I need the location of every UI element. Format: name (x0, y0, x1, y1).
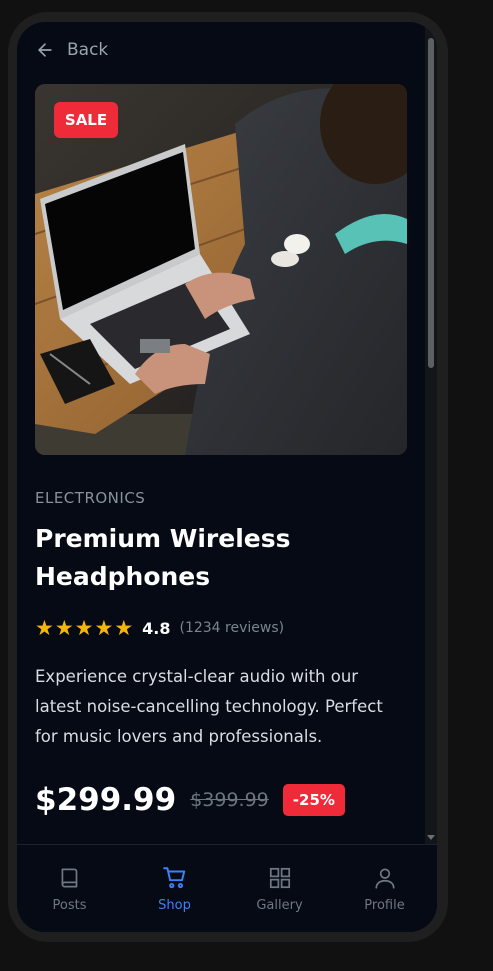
product-detail-scroll[interactable]: Back SALE ELECTRONICS Premium Wireless H… (17, 22, 425, 844)
arrow-left-icon (38, 43, 52, 57)
back-label: Back (67, 40, 109, 60)
star-icon: ★ (114, 616, 134, 640)
back-button[interactable]: Back (35, 40, 108, 60)
product-image: SALE (35, 84, 407, 455)
price-row: $299.99 $399.99 -25% (35, 782, 345, 818)
current-price: $299.99 (35, 782, 177, 818)
nav-label-shop: Shop (158, 898, 191, 913)
nav-label-profile: Profile (364, 898, 405, 913)
sale-badge: SALE (54, 102, 118, 138)
scroll-down-arrow[interactable] (427, 835, 435, 840)
bottom-navigation: Posts Shop Gallery Profile (17, 844, 437, 932)
scrollbar[interactable] (425, 22, 437, 844)
discount-badge: -25% (282, 784, 345, 816)
rating-value: 4.8 (142, 618, 171, 638)
cart-icon (162, 867, 185, 889)
product-description: Experience crystal-clear audio with our … (35, 667, 383, 746)
nav-label-posts: Posts (52, 898, 87, 913)
product-title: Premium Wireless Headphones (35, 524, 291, 591)
nav-item-profile[interactable]: Profile (332, 845, 437, 932)
user-icon (374, 868, 395, 889)
book-icon (61, 868, 77, 888)
star-icon: ★ (74, 616, 94, 640)
app-screen: Back SALE ELECTRONICS Premium Wireless H… (17, 22, 437, 932)
product-category: ELECTRONICS (35, 489, 146, 507)
review-count[interactable]: (1234 reviews) (179, 620, 284, 636)
nav-item-gallery[interactable]: Gallery (227, 845, 332, 932)
star-icon: ★ (94, 616, 114, 640)
star-icon: ★ (54, 616, 74, 640)
nav-item-shop[interactable]: Shop (122, 845, 227, 932)
nav-item-posts[interactable]: Posts (17, 845, 122, 932)
scrollbar-thumb[interactable] (428, 38, 434, 368)
star-rating: ★ ★ ★ ★ ★ (35, 616, 133, 640)
laptop-photo (35, 84, 407, 455)
nav-label-gallery: Gallery (256, 898, 303, 913)
rating-row: ★ ★ ★ ★ ★ 4.8 (1234 reviews) (35, 616, 284, 640)
original-price: $399.99 (190, 789, 269, 811)
star-icon: ★ (35, 616, 54, 640)
grid-icon (269, 867, 290, 889)
